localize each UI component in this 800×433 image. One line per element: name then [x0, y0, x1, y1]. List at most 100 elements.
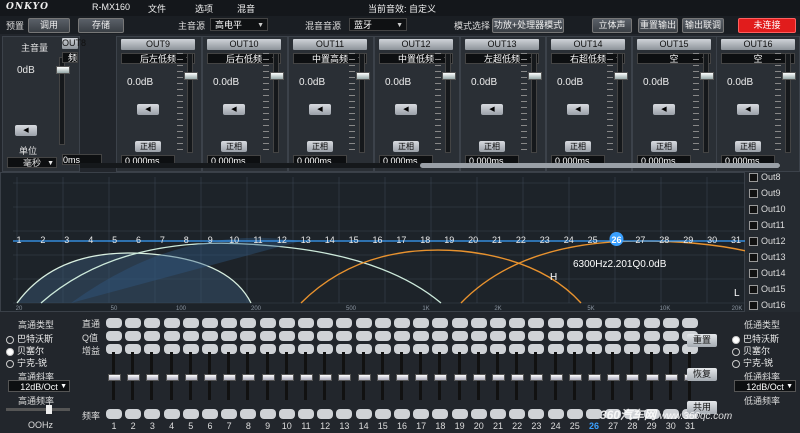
- menu-mix[interactable]: 混音: [237, 2, 255, 15]
- speaker-icon[interactable]: ◀: [223, 104, 245, 115]
- band-bypass-toggle[interactable]: [163, 318, 180, 328]
- band-frequency-value[interactable]: [336, 409, 353, 419]
- band-bypass-toggle[interactable]: [336, 318, 353, 328]
- band-fader-knob[interactable]: [396, 374, 409, 381]
- channel-source-select[interactable]: 频: [62, 52, 78, 63]
- band-q-value[interactable]: [528, 331, 545, 341]
- channel-source-select[interactable]: 中置低频▼: [379, 53, 453, 64]
- band-marker-label[interactable]: 13: [301, 235, 311, 245]
- band-bypass-toggle[interactable]: [509, 318, 526, 328]
- band-q-value[interactable]: [240, 331, 257, 341]
- band-q-value[interactable]: [298, 331, 314, 341]
- channel-fader[interactable]: [614, 53, 628, 153]
- band-marker-label[interactable]: 6: [136, 235, 141, 245]
- band-fader-knob[interactable]: [127, 374, 141, 381]
- band-frequency-value[interactable]: [566, 409, 583, 419]
- band-q-value[interactable]: [432, 331, 449, 341]
- band-bypass-toggle[interactable]: [605, 318, 622, 328]
- channel-name[interactable]: OUT16: [721, 39, 795, 50]
- speaker-icon[interactable]: ◀: [395, 104, 417, 115]
- band-fader-knob[interactable]: [300, 374, 313, 381]
- channel-fader-knob[interactable]: [184, 72, 198, 80]
- checkbox-icon[interactable]: [749, 301, 758, 311]
- band-frequency-value[interactable]: [182, 409, 199, 419]
- channel-fader-knob[interactable]: [782, 72, 796, 80]
- channel-fader[interactable]: [782, 53, 796, 153]
- channel-fader-knob[interactable]: [528, 72, 542, 80]
- channel-fader[interactable]: [356, 53, 370, 153]
- phase-button[interactable]: 正相: [479, 141, 505, 152]
- checkbox-icon[interactable]: [749, 237, 758, 247]
- band-marker-label[interactable]: 3: [64, 235, 69, 245]
- band-bypass-toggle[interactable]: [355, 318, 372, 328]
- band-marker-label[interactable]: 7: [160, 235, 165, 245]
- eq-restore-button[interactable]: 恢复: [687, 368, 717, 381]
- radio-icon[interactable]: [732, 359, 740, 368]
- band-bypass-toggle[interactable]: [528, 318, 545, 328]
- band-bypass-toggle[interactable]: [490, 318, 506, 328]
- band-bypass-toggle[interactable]: [682, 318, 698, 328]
- band-q-value[interactable]: [643, 331, 660, 341]
- phase-button[interactable]: 正相: [307, 141, 333, 152]
- band-frequency-value[interactable]: [355, 409, 372, 419]
- band-frequency-value[interactable]: [202, 409, 218, 419]
- band-fader-knob[interactable]: [472, 374, 486, 381]
- phase-button[interactable]: 正相: [565, 141, 591, 152]
- band-bypass-toggle[interactable]: [413, 318, 430, 328]
- speaker-icon[interactable]: ◀: [309, 104, 331, 115]
- band-gain-fader[interactable]: [626, 352, 640, 400]
- legend-item[interactable]: Out12: [749, 236, 786, 247]
- band-marker-label[interactable]: 4: [88, 235, 93, 245]
- band-frequency-value[interactable]: [317, 409, 334, 419]
- reset-output-button[interactable]: 重置输出: [638, 18, 678, 33]
- mix-source-select[interactable]: 蓝牙 ▼: [349, 18, 407, 31]
- band-fader-knob[interactable]: [453, 374, 467, 381]
- lowpass-option-linkwitz[interactable]: 宁克-锐: [732, 356, 773, 369]
- band-marker-label[interactable]: 30: [707, 235, 717, 245]
- channel-source-select[interactable]: 左超低频▼: [465, 53, 539, 64]
- channel-name[interactable]: OUT10: [207, 39, 281, 50]
- band-marker-label[interactable]: 19: [444, 235, 454, 245]
- band-fader-knob[interactable]: [434, 374, 448, 381]
- scrollbar-thumb[interactable]: [420, 163, 780, 168]
- channel-name[interactable]: OUT15: [637, 39, 711, 50]
- menu-file[interactable]: 文件: [148, 2, 166, 15]
- band-q-value[interactable]: [182, 331, 199, 341]
- band-gain-fader[interactable]: [472, 352, 486, 400]
- band-bypass-toggle[interactable]: [432, 318, 449, 328]
- radio-icon[interactable]: [6, 359, 14, 368]
- band-bypass-toggle[interactable]: [586, 318, 602, 328]
- band-fader-knob[interactable]: [607, 374, 621, 381]
- band-marker-label[interactable]: 27: [635, 235, 645, 245]
- band-bypass-toggle[interactable]: [202, 318, 218, 328]
- band-q-value[interactable]: [547, 331, 564, 341]
- band-q-value[interactable]: [125, 331, 142, 341]
- channel-fader-knob[interactable]: [356, 72, 370, 80]
- band-q-value[interactable]: [317, 331, 334, 341]
- checkbox-icon[interactable]: [749, 253, 758, 263]
- band-gain-fader[interactable]: [588, 352, 601, 400]
- band-q-value[interactable]: [624, 331, 641, 341]
- band-gain-fader[interactable]: [396, 352, 409, 400]
- band-marker-label[interactable]: 9: [208, 235, 213, 245]
- channel-source-select[interactable]: 后右低频▼: [207, 53, 281, 64]
- legend-item[interactable]: Out11: [749, 220, 785, 231]
- band-marker-label[interactable]: 14: [325, 235, 335, 245]
- radio-icon[interactable]: [6, 335, 14, 344]
- channel-fader-knob[interactable]: [270, 72, 284, 80]
- speaker-icon[interactable]: ◀: [481, 104, 503, 115]
- channel-name[interactable]: OUT11: [293, 39, 367, 50]
- band-q-value[interactable]: [605, 331, 622, 341]
- speaker-icon[interactable]: ◀: [737, 104, 759, 115]
- band-marker-label[interactable]: 31: [731, 235, 741, 245]
- band-gain-fader[interactable]: [319, 352, 333, 400]
- band-bypass-toggle[interactable]: [240, 318, 257, 328]
- band-fader-knob[interactable]: [626, 374, 640, 381]
- band-gain-fader[interactable]: [108, 352, 121, 400]
- checkbox-icon[interactable]: [749, 189, 758, 199]
- band-gain-fader[interactable]: [242, 352, 256, 400]
- band-q-value[interactable]: [662, 331, 679, 341]
- band-fader-knob[interactable]: [530, 374, 544, 381]
- band-bypass-toggle[interactable]: [278, 318, 295, 328]
- channel-fader[interactable]: [184, 53, 198, 153]
